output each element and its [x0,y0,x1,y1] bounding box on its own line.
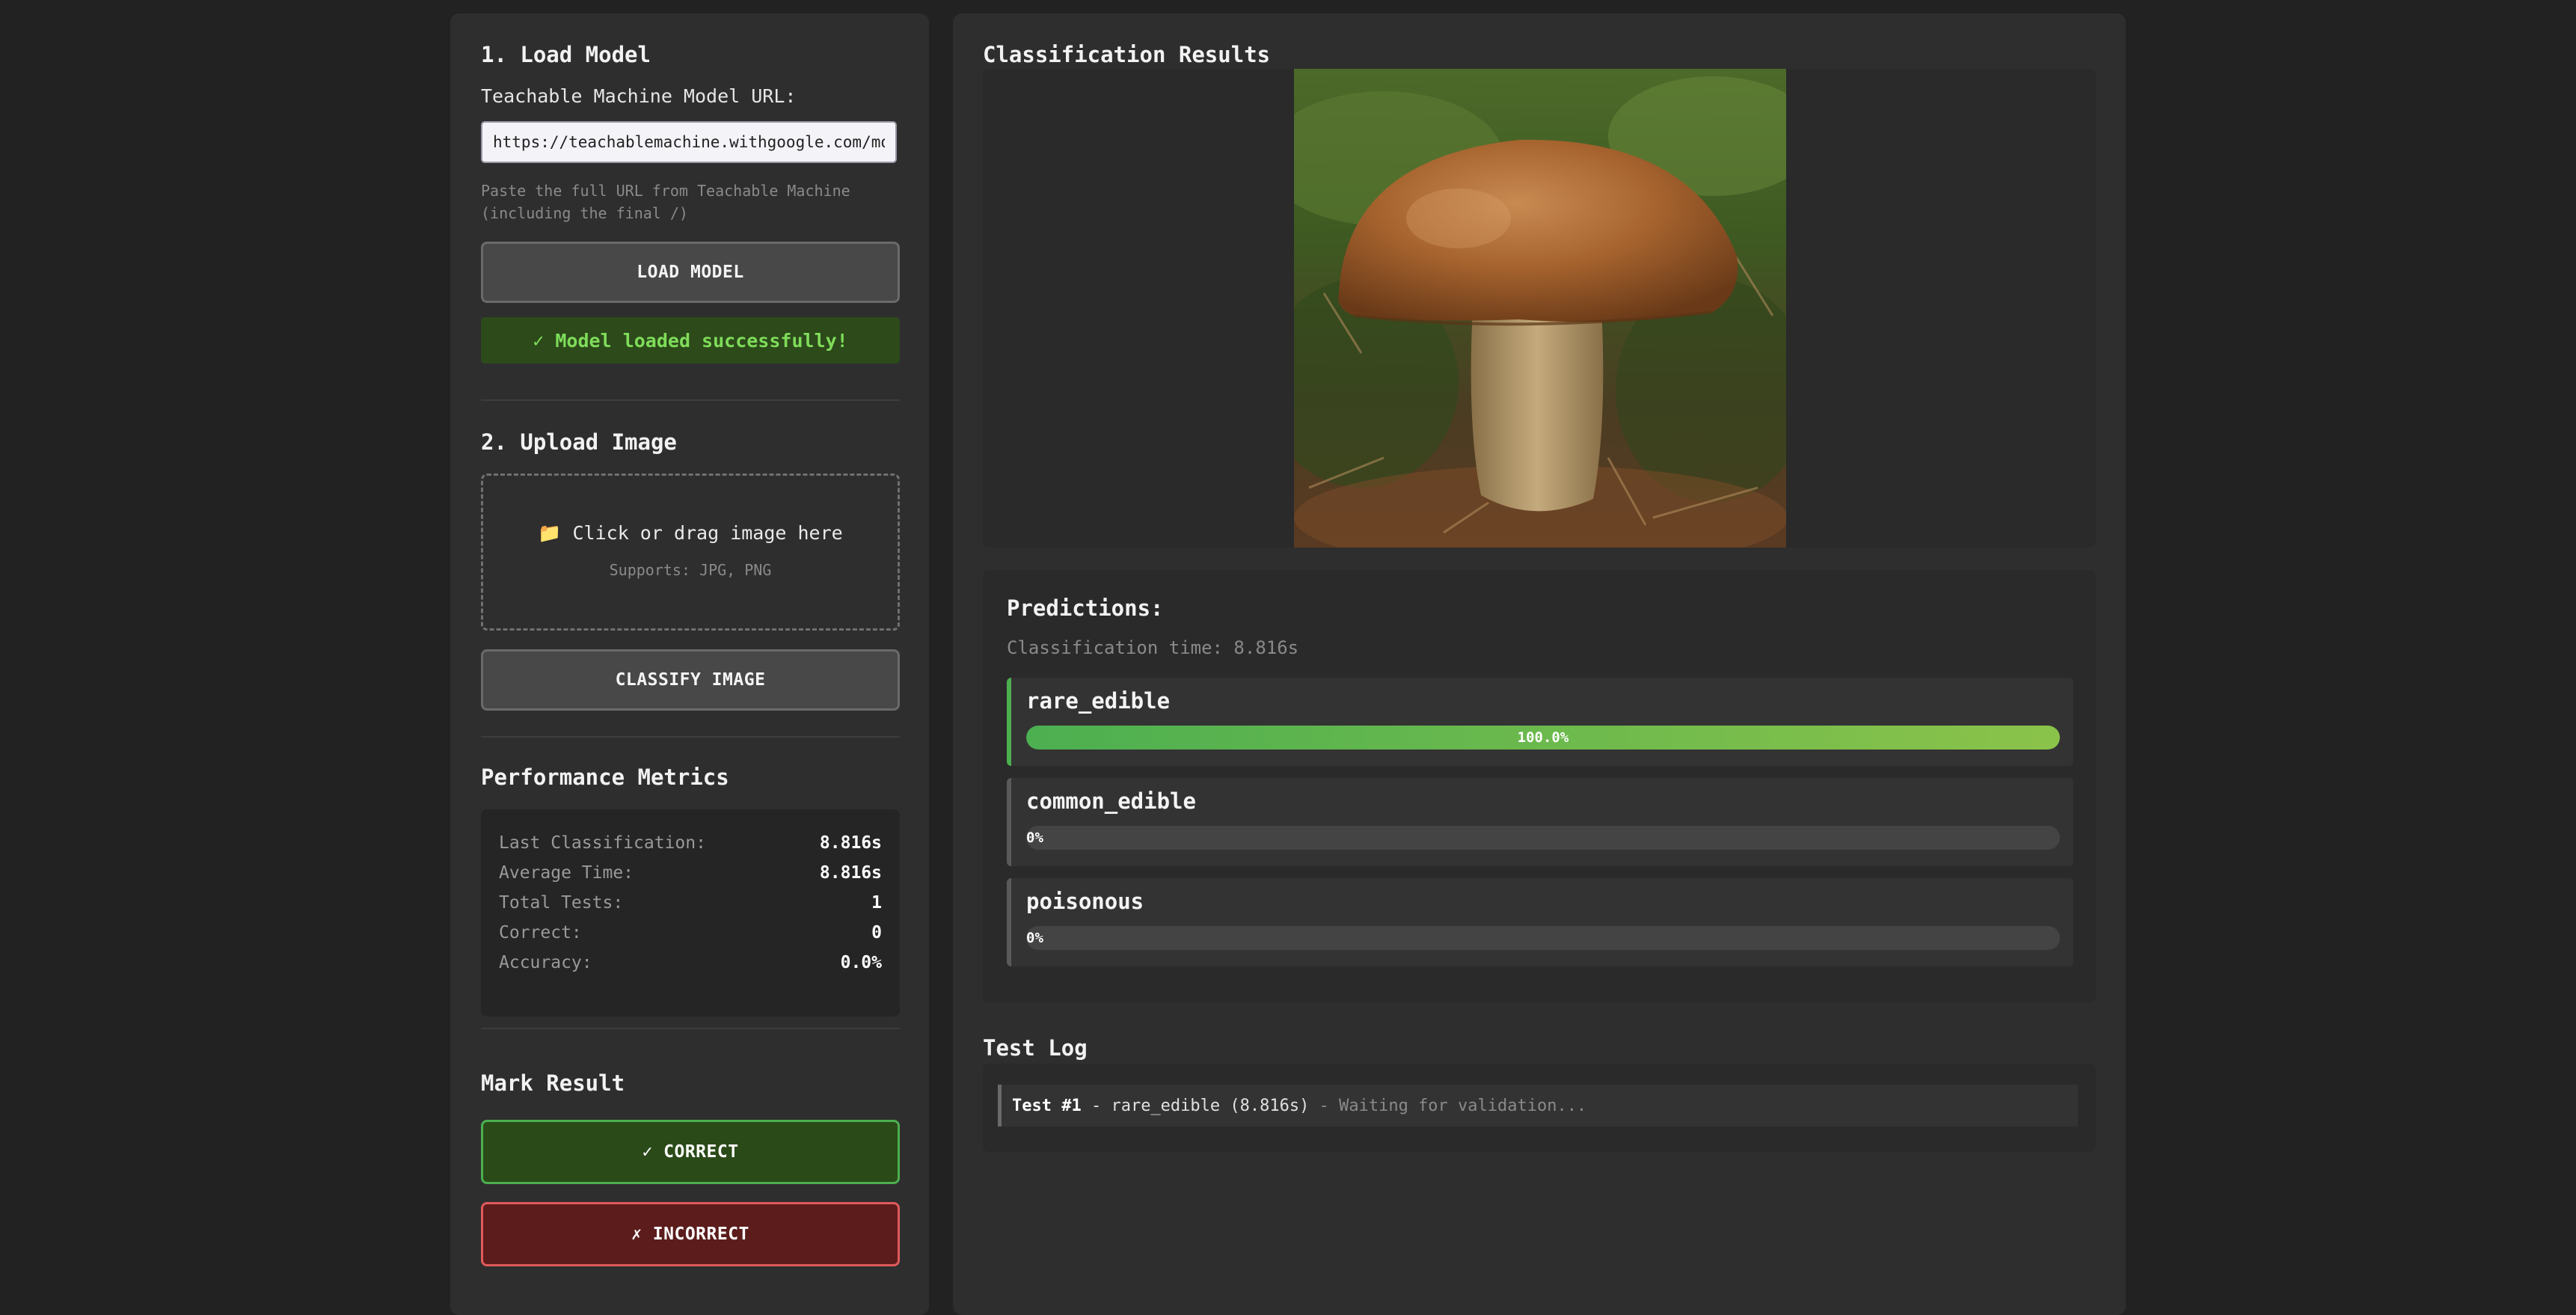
metric-row: Last Classification: 8.816s [499,833,882,863]
url-hint-line2: (including the final /) [481,204,688,222]
metric-row: Average Time: 8.816s [499,863,882,893]
log-test-id: Test #1 [1012,1096,1082,1115]
prediction-item: rare_edible 100.0% [1007,678,2073,766]
metric-label: Accuracy: [499,953,592,972]
dropzone-label: 📁 Click or drag image here [483,522,898,545]
confidence-percent: 0% [1026,930,1043,946]
dropzone-text: Click or drag image here [572,522,843,544]
metric-row: Accuracy: 0.0% [499,953,882,983]
confidence-percent: 100.0% [1517,729,1569,746]
metric-label: Total Tests: [499,893,624,913]
mushroom-photo [1294,69,1786,548]
prediction-label: rare_edible [1026,688,1171,714]
metric-value: 0.0% [840,953,882,972]
metric-value: 8.816s [819,833,882,853]
classification-results-heading: Classification Results [983,42,1271,67]
metric-label: Last Classification: [499,833,706,853]
metric-value: 1 [871,893,882,913]
model-url-label: Teachable Machine Model URL: [481,85,797,107]
dropzone-supported-formats: Supports: JPG, PNG [609,561,772,579]
image-preview-area [983,69,2096,548]
predictions-heading: Predictions: [1007,595,1164,621]
load-model-button[interactable]: LOAD MODEL [481,242,900,303]
model-status-banner: ✓ Model loaded successfully! [481,317,900,364]
metric-label: Correct: [499,923,582,942]
log-result: - rare_edible (8.816s) [1081,1096,1310,1115]
test-log-heading: Test Log [983,1035,1088,1061]
confidence-percent: 0% [1026,830,1043,846]
mark-incorrect-button[interactable]: ✗ INCORRECT [481,1202,900,1266]
prediction-label: poisonous [1026,889,1144,914]
metric-value: 0 [871,923,882,942]
mark-correct-button[interactable]: ✓ CORRECT [481,1120,900,1184]
uploaded-image-preview [1294,69,1786,548]
classify-image-button[interactable]: CLASSIFY IMAGE [481,649,900,711]
confidence-bar: 0% [1026,826,2060,850]
prediction-label: common_edible [1026,788,1196,814]
test-log-box: Test #1 - rare_edible (8.816s) - Waiting… [983,1064,2096,1152]
url-hint: Paste the full URL from Teachable Machin… [481,180,915,224]
predictions-box: Predictions: Classification time: 8.816s… [983,570,2096,1002]
upload-image-heading: 2. Upload Image [481,429,677,455]
metrics-table: Last Classification: 8.816s Average Time… [481,809,900,1017]
section-divider [481,399,900,401]
metric-label: Average Time: [499,863,634,883]
mark-result-heading: Mark Result [481,1070,625,1096]
prediction-item: common_edible 0% [1007,778,2073,866]
metric-value: 8.816s [819,863,882,883]
log-status: - Waiting for validation... [1309,1096,1587,1115]
section-divider [481,736,900,738]
metric-row: Total Tests: 1 [499,893,882,923]
section-divider [481,1028,900,1029]
folder-icon: 📁 [538,522,562,544]
results-panel: Classification Results Predictions: Clas… [953,13,2126,1315]
metric-row: Correct: 0 [499,923,882,953]
model-url-input[interactable] [481,121,897,163]
control-panel: 1. Load Model Teachable Machine Model UR… [450,13,929,1315]
classification-time: Classification time: 8.816s [1007,637,1299,658]
image-dropzone[interactable]: 📁 Click or drag image here Supports: JPG… [481,473,900,631]
performance-metrics-heading: Performance Metrics [481,764,729,790]
url-hint-line1: Paste the full URL from Teachable Machin… [481,182,850,200]
load-model-heading: 1. Load Model [481,42,651,67]
log-entry: Test #1 - rare_edible (8.816s) - Waiting… [998,1085,2078,1127]
confidence-bar: 100.0% [1026,726,2060,750]
confidence-bar: 0% [1026,926,2060,950]
confidence-bar-fill: 100.0% [1026,726,2060,750]
prediction-item: poisonous 0% [1007,878,2073,966]
